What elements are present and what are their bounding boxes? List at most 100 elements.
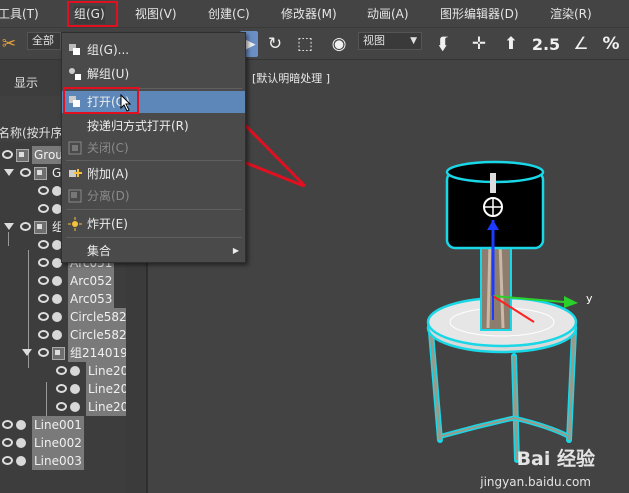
visibility-eye-icon[interactable] <box>56 366 67 375</box>
explorer-row[interactable]: Line20 <box>0 362 146 380</box>
menu-item-close[interactable]: 关闭(C) <box>62 137 245 159</box>
app-window: 工具(T) 组(G) 视图(V) 创建(C) 修改器(M) 动画(A) 图形编辑… <box>0 0 629 493</box>
menu-item-assembly[interactable]: 集合 ▶ <box>62 240 245 262</box>
explorer-row-label: Line20 <box>86 380 131 398</box>
visibility-eye-icon[interactable] <box>38 294 49 303</box>
submenu-arrow-icon: ▶ <box>232 246 239 255</box>
explorer-row-label: Line001 <box>32 416 84 434</box>
up-arrow-icon[interactable]: ⬆ <box>498 31 524 57</box>
visibility-eye-icon[interactable] <box>56 402 67 411</box>
visibility-eye-icon[interactable] <box>38 258 49 267</box>
explorer-row-label: 组214019 <box>68 344 130 362</box>
expand-arrow-icon[interactable] <box>4 223 14 230</box>
expand-arrow-icon[interactable] <box>4 169 14 176</box>
explorer-row[interactable]: Line20 <box>0 380 146 398</box>
watermark-brand: Bai 经验 <box>516 448 595 470</box>
percent-snap-icon[interactable]: % <box>598 31 624 57</box>
group-object-icon <box>52 347 65 360</box>
object-icon <box>52 276 62 286</box>
explorer-row[interactable]: Circle5829 <box>0 308 146 326</box>
explorer-row[interactable]: Line20 <box>0 398 146 416</box>
visibility-eye-icon[interactable] <box>38 186 49 195</box>
snap-toggle-icon[interactable]: ◉ <box>326 31 352 57</box>
reference-coord-select[interactable]: 视图 ▼ <box>358 32 422 50</box>
object-icon <box>70 384 80 394</box>
visibility-eye-icon[interactable] <box>20 222 31 231</box>
menu-item-attach[interactable]: 附加(A) <box>62 163 245 185</box>
group-object-icon <box>34 167 47 180</box>
object-icon <box>70 366 80 376</box>
watermark-url: jingyan.baidu.com <box>480 475 591 489</box>
explorer-row[interactable]: Line002 <box>0 434 146 452</box>
link-icon[interactable]: ✂ <box>0 31 22 57</box>
scale-icon[interactable]: ⬚ <box>292 31 318 57</box>
object-icon <box>52 330 62 340</box>
object-icon <box>16 420 26 430</box>
menu-rendering[interactable]: 渲染(R) <box>550 6 592 24</box>
menu-item-label: 组(G)... <box>87 43 130 57</box>
selection-filter-select[interactable]: 全部 <box>27 32 61 50</box>
menu-item-ungroup[interactable]: 解组(U) <box>62 63 245 85</box>
explode-icon <box>68 217 82 231</box>
explorer-row-label: Arc052 <box>68 272 115 290</box>
selection-filter-value: 全部 <box>32 34 54 47</box>
menu-item-label: 按递归方式打开(R) <box>87 119 189 133</box>
tab-display[interactable]: 显示 <box>14 74 38 91</box>
visibility-eye-icon[interactable] <box>2 420 13 429</box>
menu-tools[interactable]: 工具(T) <box>0 6 39 24</box>
expand-arrow-icon[interactable] <box>22 349 32 356</box>
group-icon <box>69 44 80 55</box>
menu-item-recursive-open[interactable]: 按递归方式打开(R) <box>62 115 245 137</box>
visibility-eye-icon[interactable] <box>2 150 13 159</box>
mouse-cursor-icon <box>120 94 132 112</box>
explorer-row[interactable]: Arc052 <box>0 272 146 290</box>
object-icon <box>52 294 62 304</box>
rotate-icon[interactable]: ↻ <box>262 31 288 57</box>
explorer-row-label: Arc053 <box>68 290 115 308</box>
explorer-row[interactable]: 组214019 <box>0 344 146 362</box>
menu-item-label: 集合 <box>87 244 112 258</box>
menu-item-label: 解组(U) <box>87 67 130 81</box>
menu-animation[interactable]: 动画(A) <box>367 6 409 24</box>
explorer-row-label: Line20 <box>86 398 131 416</box>
visibility-eye-icon[interactable] <box>56 384 67 393</box>
visibility-eye-icon[interactable] <box>2 438 13 447</box>
visibility-eye-icon[interactable] <box>2 456 13 465</box>
visibility-eye-icon[interactable] <box>38 276 49 285</box>
angle-snap-icon[interactable]: ∠ <box>568 31 594 57</box>
menu-create[interactable]: 创建(C) <box>208 6 250 24</box>
menu-item-label: 分离(D) <box>87 189 130 203</box>
menu-item-group[interactable]: 组(G)... <box>62 39 245 61</box>
visibility-eye-icon[interactable] <box>38 240 49 249</box>
menu-separator <box>66 237 242 238</box>
menu-view[interactable]: 视图(V) <box>135 6 177 24</box>
pivot-icon[interactable]: ⮮ <box>430 31 456 57</box>
group-object-icon <box>34 221 47 234</box>
detach-icon <box>68 189 82 203</box>
snap-value-label[interactable]: 2.5 <box>532 31 560 57</box>
visibility-eye-icon[interactable] <box>38 348 49 357</box>
visibility-eye-icon[interactable] <box>38 204 49 213</box>
explorer-row[interactable]: Line001 <box>0 416 146 434</box>
visibility-eye-icon[interactable] <box>38 330 49 339</box>
visibility-eye-icon[interactable] <box>20 168 31 177</box>
menu-item-label: 关闭(C) <box>87 141 129 155</box>
explorer-row[interactable]: Arc053 <box>0 290 146 308</box>
move-gizmo-icon[interactable]: ✛ <box>466 31 492 57</box>
explorer-row[interactable]: Circle5829 <box>0 326 146 344</box>
menu-item-explode[interactable]: 炸开(E) <box>62 213 245 235</box>
menu-item-detach[interactable]: 分离(D) <box>62 185 245 207</box>
explorer-row-label: Line20 <box>86 362 131 380</box>
annotation-highlight-box <box>67 1 118 27</box>
menu-graph-editors[interactable]: 图形编辑器(D) <box>440 6 519 24</box>
object-icon <box>16 438 26 448</box>
menu-modifiers[interactable]: 修改器(M) <box>281 6 337 24</box>
object-icon <box>16 456 26 466</box>
ungroup-icon <box>69 68 81 80</box>
menu-separator <box>66 160 242 161</box>
reference-coord-value: 视图 <box>363 34 385 47</box>
explorer-row[interactable]: Line003 <box>0 452 146 470</box>
explorer-row-label: Line002 <box>32 434 84 452</box>
visibility-eye-icon[interactable] <box>38 312 49 321</box>
annotation-arrow <box>242 122 307 188</box>
